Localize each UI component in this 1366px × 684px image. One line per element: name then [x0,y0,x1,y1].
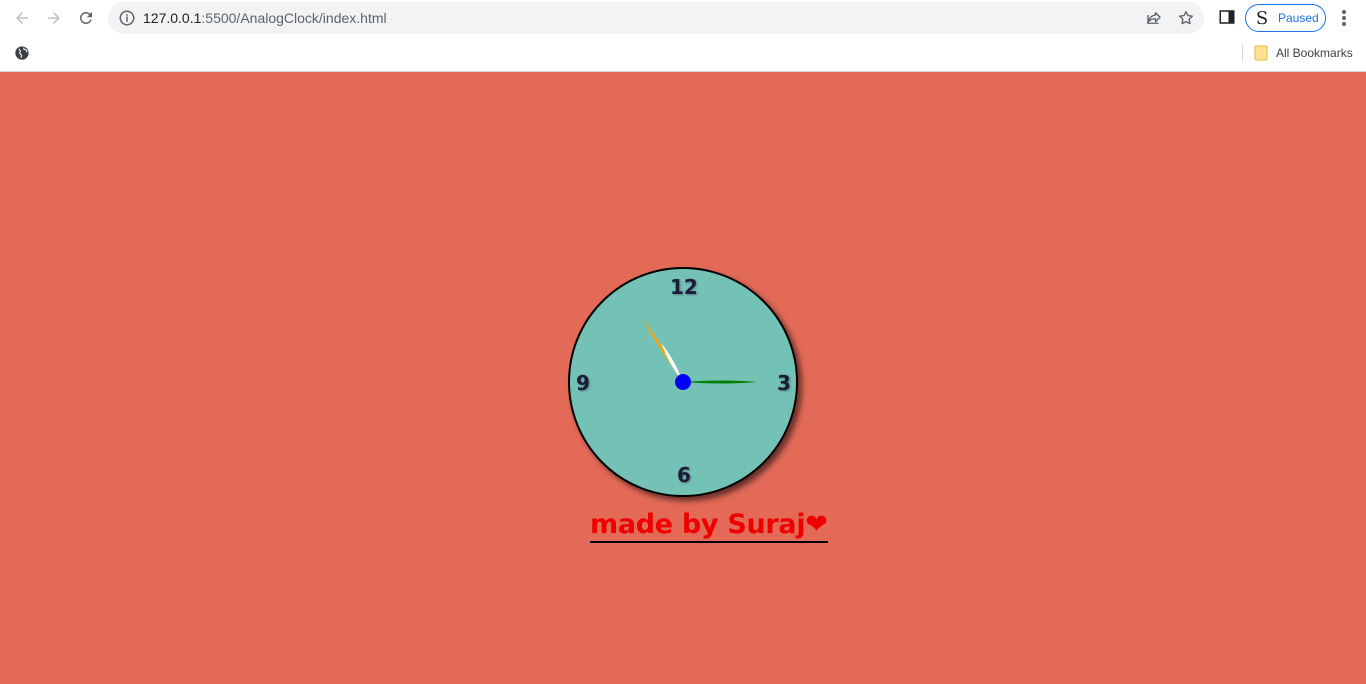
folder-icon [1254,45,1268,61]
bookmark-star-icon[interactable] [1177,9,1195,27]
clock-number-3: 3 [777,371,791,395]
reload-button[interactable] [74,6,98,30]
browser-chrome: 127.0.0.1:5500/AnalogClock/index.html S … [0,0,1366,72]
globe-icon[interactable] [14,45,30,61]
clock-hands [642,317,757,390]
url-text[interactable]: 127.0.0.1:5500/AnalogClock/index.html [143,10,387,26]
second-hand [683,380,757,384]
clock-center [675,374,691,390]
arrow-right-icon [48,12,60,24]
url-path: :5500/AnalogClock/index.html [201,10,387,26]
reload-icon [79,11,92,24]
profile-button[interactable]: S Paused [1245,4,1326,32]
avatar: S [1255,7,1269,29]
menu-dot-icon [1342,10,1346,14]
clock-number-9: 9 [576,371,590,395]
clock-number-12: 12 [670,275,698,299]
all-bookmarks-link[interactable]: All Bookmarks [1276,46,1353,60]
url-host: 127.0.0.1 [143,10,202,26]
forward-button[interactable] [42,6,66,30]
address-bar[interactable]: 127.0.0.1:5500/AnalogClock/index.html [108,2,1204,34]
credit-text: made by Suraj❤ [590,509,828,543]
bookmarks-separator [1242,44,1243,62]
share-icon[interactable] [1145,9,1163,27]
side-panel-icon[interactable] [1218,8,1236,26]
browser-menu-button[interactable] [1336,8,1352,28]
menu-dot-icon [1342,16,1346,20]
menu-dot-icon [1342,22,1346,26]
heart-icon: ❤ [805,509,828,540]
profile-status: Paused [1278,11,1319,25]
credit-label: made by Suraj [590,509,806,540]
info-icon[interactable] [118,9,136,27]
arrow-left-icon [16,12,28,24]
page-body: 12 3 6 9 made by Suraj❤ [0,72,1366,684]
analog-clock: 12 3 6 9 [568,267,798,497]
bookmarks-bar: All Bookmarks [0,38,1366,68]
browser-toolbar: 127.0.0.1:5500/AnalogClock/index.html S … [0,0,1366,36]
clock-number-6: 6 [677,463,691,487]
back-button[interactable] [10,6,34,30]
